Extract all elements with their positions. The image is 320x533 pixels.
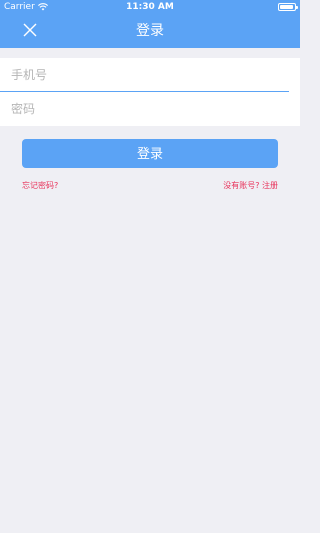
password-field — [0, 92, 300, 126]
forgot-password-link[interactable]: 忘记密码? — [22, 180, 58, 191]
login-form — [0, 58, 300, 126]
password-input[interactable] — [0, 92, 300, 126]
top-bar: Carrier 11:30 AM 登录 — [0, 0, 300, 48]
login-button[interactable]: 登录 — [22, 139, 278, 168]
status-bar: Carrier 11:30 AM — [0, 0, 300, 14]
phone-field — [0, 58, 289, 92]
register-link[interactable]: 没有账号? 注册 — [223, 180, 278, 191]
phone-input[interactable] — [0, 58, 289, 91]
battery-icon — [278, 3, 298, 11]
page-title: 登录 — [136, 23, 164, 39]
status-time: 11:30 AM — [126, 2, 174, 12]
battery-level — [280, 5, 293, 9]
